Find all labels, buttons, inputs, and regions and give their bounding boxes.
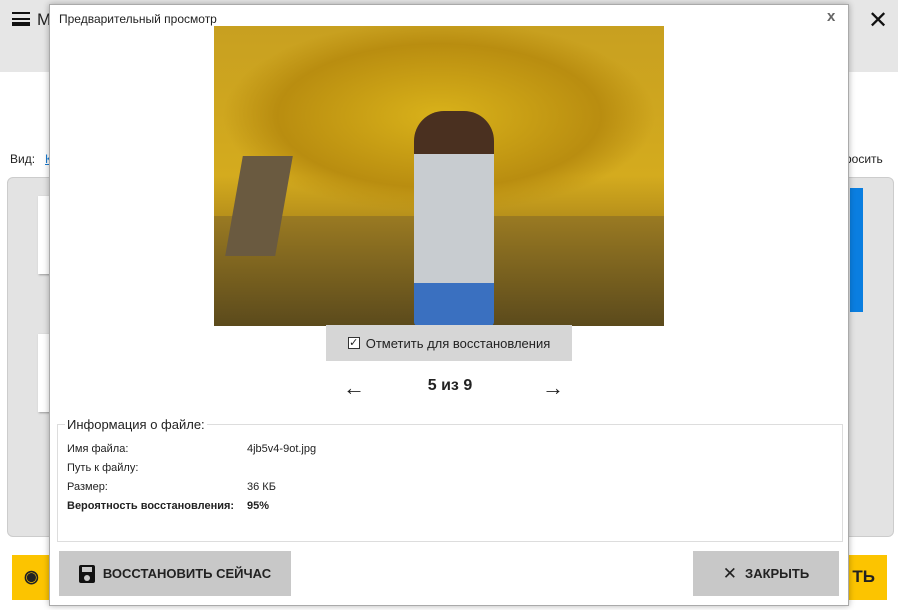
info-value: 36 КБ [247, 481, 276, 493]
prev-arrow-icon[interactable]: ← [343, 375, 365, 401]
info-value: 4jb5v4-9ot.jpg [247, 443, 317, 455]
preview-dialog: Предварительный просмотр x ✓ Отметить дл… [49, 4, 849, 606]
info-label: Размер: [67, 481, 108, 493]
file-info-group: Информация о файле: Имя файла: 4jb5v4-9o… [57, 417, 843, 542]
info-label: Имя файла: [67, 443, 129, 455]
reset-link[interactable]: росить [845, 152, 883, 166]
close-label: ЗАКРЫТЬ [745, 566, 810, 581]
mark-for-recovery-checkbox[interactable]: ✓ Отметить для восстановления [326, 325, 572, 361]
info-label: Вероятность восстановления: [67, 500, 235, 512]
scrollbar[interactable] [850, 188, 863, 312]
dialog-title: Предварительный просмотр [59, 12, 217, 26]
restore-label: ВОССТАНОВИТЬ СЕЙЧАС [102, 566, 272, 581]
info-label: Путь к файлу: [67, 462, 139, 474]
recover-label: ТЬ [852, 567, 875, 586]
checkbox-checked-icon: ✓ [347, 337, 360, 349]
dialog-close-icon[interactable]: x [827, 8, 835, 25]
eye-icon: ◉ [24, 567, 39, 586]
file-info-legend: Информация о файле: [65, 417, 207, 432]
image-counter: 5 из 9 [427, 377, 473, 394]
info-value: 95% [247, 500, 270, 512]
restore-now-button[interactable]: ВОССТАНОВИТЬ СЕЙЧАС [59, 551, 291, 596]
view-label: Вид: [10, 152, 36, 166]
close-icon: ✕ [722, 563, 738, 583]
menu-icon[interactable] [12, 12, 30, 26]
mark-label: Отметить для восстановления [365, 335, 551, 351]
app-close-button[interactable]: ✕ [868, 6, 888, 35]
close-button[interactable]: ✕ ЗАКРЫТЬ [693, 551, 839, 596]
save-icon [78, 564, 95, 583]
preview-image [214, 26, 664, 326]
next-arrow-icon[interactable]: → [542, 375, 564, 401]
